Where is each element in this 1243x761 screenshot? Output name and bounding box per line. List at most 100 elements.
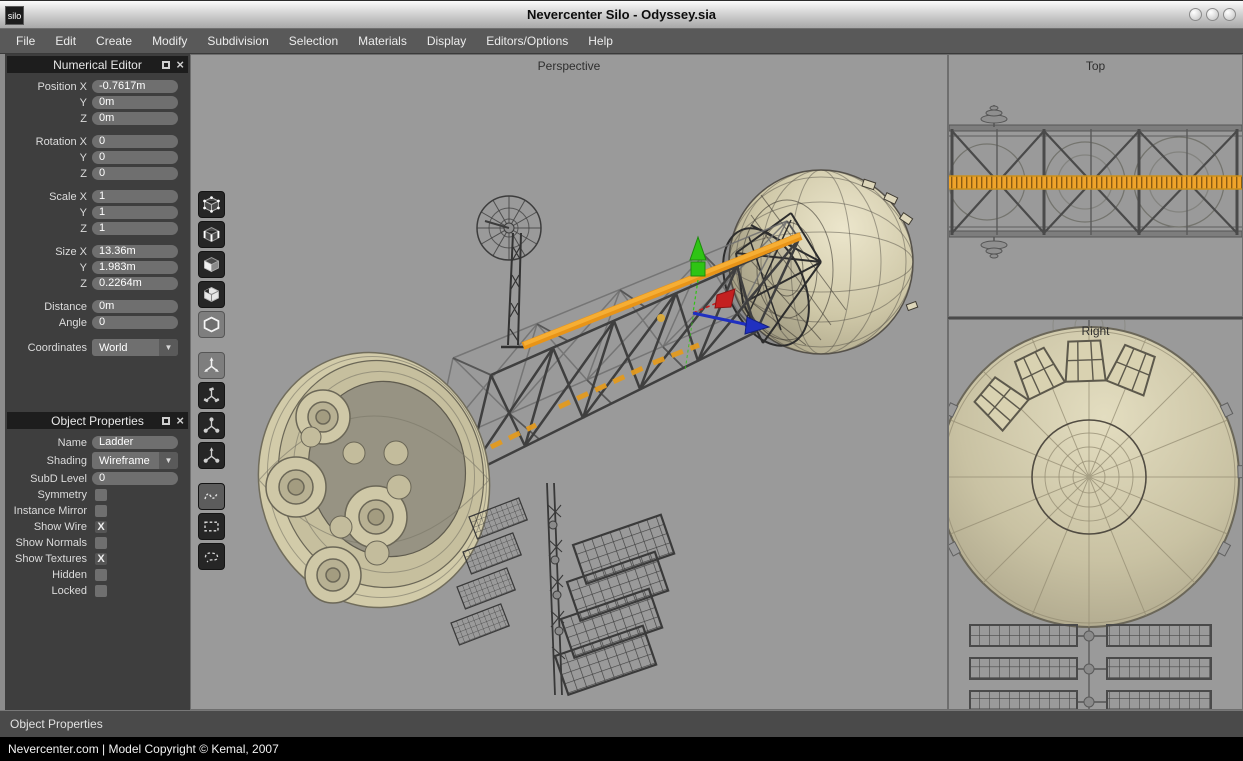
- checkbox-locked[interactable]: [95, 585, 107, 597]
- field-label: Size X: [7, 246, 92, 258]
- panel-detach-icon[interactable]: [162, 417, 170, 425]
- field-label: Y: [7, 97, 92, 109]
- footer-bar: Nevercenter.com | Model Copyright © Kema…: [0, 737, 1243, 761]
- app-logo-icon: silo: [5, 6, 24, 25]
- paint-select-button[interactable]: [198, 483, 225, 510]
- edge-mode-icon: [202, 225, 221, 244]
- chevron-down-icon: ▼: [159, 339, 178, 356]
- rect-select-button[interactable]: [198, 513, 225, 540]
- object-properties-header: Object Properties ×: [7, 412, 188, 429]
- vertex-mode-icon: [202, 195, 221, 214]
- menu-subdivision[interactable]: Subdivision: [197, 34, 278, 48]
- menu-editors-options[interactable]: Editors/Options: [476, 34, 578, 48]
- checkbox-show-wire[interactable]: X: [95, 521, 107, 533]
- universal-tool-icon: [202, 446, 221, 465]
- viewport-toolbar: [198, 191, 225, 570]
- subd-level-input[interactable]: 0: [92, 472, 178, 485]
- menu-create[interactable]: Create: [86, 34, 142, 48]
- scale-tool-button[interactable]: [198, 412, 225, 439]
- size-z-input[interactable]: 0.2264m: [92, 277, 178, 290]
- field-label: Show Normals: [7, 537, 92, 549]
- right-viewport-column: Top: [948, 54, 1243, 710]
- menu-file[interactable]: File: [6, 34, 45, 48]
- field-label: Instance Mirror: [7, 505, 92, 517]
- move-tool-button[interactable]: [198, 352, 225, 379]
- menu-help[interactable]: Help: [578, 34, 623, 48]
- multi-mode-icon: [202, 285, 221, 304]
- scale-z-input[interactable]: 1: [92, 222, 178, 235]
- menu-modify[interactable]: Modify: [142, 34, 197, 48]
- position-z-input[interactable]: 0m: [92, 112, 178, 125]
- field-label: Name: [7, 437, 92, 449]
- panel-close-icon[interactable]: ×: [176, 60, 184, 69]
- face-mode-button[interactable]: [198, 251, 225, 278]
- status-text: Object Properties: [10, 717, 103, 731]
- field-label: Z: [7, 278, 92, 290]
- window-button-3[interactable]: [1223, 8, 1236, 21]
- scale-x-input[interactable]: 1: [92, 190, 178, 203]
- field-label: Scale X: [7, 191, 92, 203]
- rotation-y-input[interactable]: 0: [92, 151, 178, 164]
- field-label: Show Textures: [7, 553, 92, 565]
- panel-spacer: [5, 359, 190, 412]
- numerical-editor-header: Numerical Editor ×: [7, 56, 188, 73]
- panel-detach-icon[interactable]: [162, 61, 170, 69]
- field-label: Rotation X: [7, 136, 92, 148]
- chevron-down-icon: ▼: [159, 452, 178, 469]
- universal-tool-button[interactable]: [198, 442, 225, 469]
- rotation-z-input[interactable]: 0: [92, 167, 178, 180]
- checkbox-symmetry[interactable]: [95, 489, 107, 501]
- position-y-input[interactable]: 0m: [92, 96, 178, 109]
- paint-select-icon: [202, 487, 221, 506]
- top-view-scene: [949, 55, 1242, 316]
- scale-y-input[interactable]: 1: [92, 206, 178, 219]
- scale-tool-icon: [202, 416, 221, 435]
- distance-input[interactable]: 0m: [92, 300, 178, 313]
- field-label: Z: [7, 223, 92, 235]
- menubar: File Edit Create Modify Subdivision Sele…: [0, 29, 1243, 54]
- object-mode-button[interactable]: [198, 311, 225, 338]
- edge-mode-button[interactable]: [198, 221, 225, 248]
- multi-mode-button[interactable]: [198, 281, 225, 308]
- right-viewport[interactable]: Right: [948, 319, 1243, 710]
- footer-text: Nevercenter.com | Model Copyright © Kema…: [8, 742, 279, 756]
- window-title: Nevercenter Silo - Odyssey.sia: [0, 7, 1243, 22]
- menu-materials[interactable]: Materials: [348, 34, 417, 48]
- coordinates-select[interactable]: World ▼: [92, 339, 178, 356]
- window-button-1[interactable]: [1189, 8, 1202, 21]
- top-viewport[interactable]: Top: [948, 54, 1243, 317]
- gizmo-y-arrow: [690, 237, 706, 260]
- vertex-mode-button[interactable]: [198, 191, 225, 218]
- window-buttons: [1189, 8, 1236, 21]
- coordinates-value: World: [92, 342, 159, 354]
- window-button-2[interactable]: [1206, 8, 1219, 21]
- panel-close-icon[interactable]: ×: [176, 416, 184, 425]
- checkbox-instance-mirror[interactable]: [95, 505, 107, 517]
- menu-selection[interactable]: Selection: [279, 34, 348, 48]
- habitat-front: [949, 327, 1242, 627]
- field-label: Distance: [7, 301, 92, 313]
- object-properties-body: NameLadder Shading Wireframe ▼ SubD Leve…: [5, 429, 190, 600]
- rotate-tool-button[interactable]: [198, 382, 225, 409]
- menu-edit[interactable]: Edit: [45, 34, 86, 48]
- position-x-input[interactable]: -0.7617m: [92, 80, 178, 93]
- app-window: silo Nevercenter Silo - Odyssey.sia File…: [0, 0, 1243, 761]
- lasso-select-button[interactable]: [198, 543, 225, 570]
- object-mode-icon: [202, 315, 221, 334]
- perspective-viewport[interactable]: Perspective: [190, 54, 948, 710]
- size-x-input[interactable]: 13.36m: [92, 245, 178, 258]
- size-y-input[interactable]: 1.983m: [92, 261, 178, 274]
- checkbox-show-normals[interactable]: [95, 537, 107, 549]
- shading-value: Wireframe: [92, 455, 159, 467]
- field-label: Z: [7, 168, 92, 180]
- angle-input[interactable]: 0: [92, 316, 178, 329]
- menu-display[interactable]: Display: [417, 34, 476, 48]
- checkbox-show-textures[interactable]: X: [95, 553, 107, 565]
- rotate-tool-icon: [202, 386, 221, 405]
- shading-select[interactable]: Wireframe ▼: [92, 452, 178, 469]
- field-label: Shading: [7, 455, 92, 467]
- name-input[interactable]: Ladder: [92, 436, 178, 449]
- checkbox-hidden[interactable]: [95, 569, 107, 581]
- rotation-x-input[interactable]: 0: [92, 135, 178, 148]
- field-label: Position X: [7, 81, 92, 93]
